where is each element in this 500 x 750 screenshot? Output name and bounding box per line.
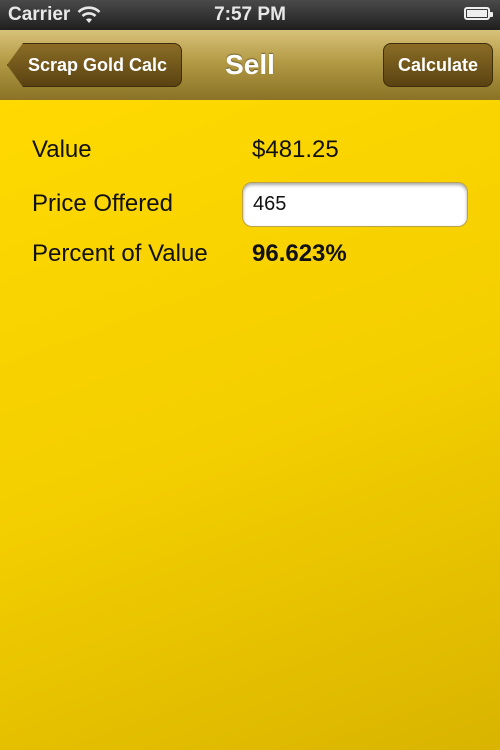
percent-of-value-amount: 96.623% bbox=[252, 240, 347, 267]
price-offered-input[interactable]: 465 bbox=[242, 182, 468, 227]
status-bar: Carrier 7:57 PM bbox=[0, 0, 500, 30]
battery-icon bbox=[464, 7, 493, 20]
price-offered-label: Price Offered bbox=[32, 190, 173, 217]
navigation-bar: Scrap Gold Calc Sell Calculate bbox=[0, 30, 500, 101]
carrier-group: Carrier bbox=[8, 4, 102, 26]
calculate-button[interactable]: Calculate bbox=[382, 43, 493, 87]
main-content: Value $481.25 Price Offered 465 Percent … bbox=[0, 100, 500, 750]
back-button[interactable]: Scrap Gold Calc bbox=[7, 43, 183, 87]
percent-of-value-label: Percent of Value bbox=[32, 240, 208, 267]
value-amount: $481.25 bbox=[252, 136, 339, 163]
value-label: Value bbox=[32, 136, 92, 163]
wifi-icon bbox=[77, 6, 101, 23]
carrier-label: Carrier bbox=[8, 4, 71, 25]
price-offered-value: 465 bbox=[253, 193, 287, 215]
